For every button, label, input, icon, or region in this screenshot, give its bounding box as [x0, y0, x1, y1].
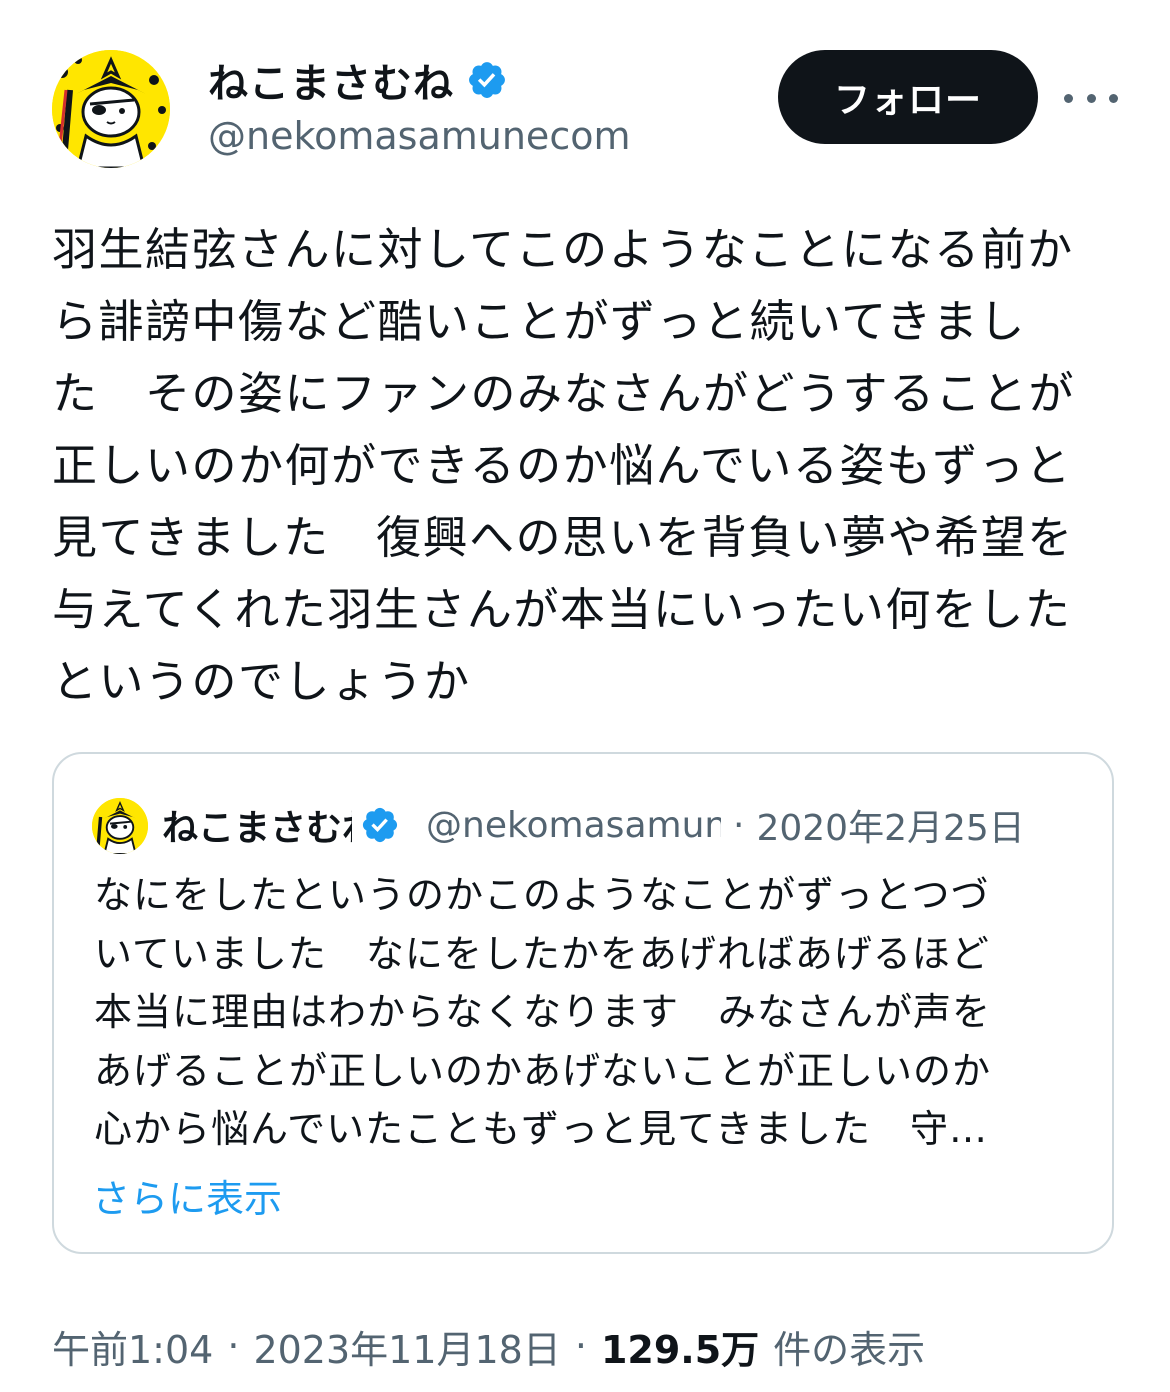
follow-button[interactable]: フォロー	[778, 50, 1038, 144]
quoted-text-line: 本当に理由はわからなくなります みなさんが声を	[94, 990, 992, 1034]
author-name-row[interactable]: ねこまさむね	[208, 52, 508, 108]
author-avatar[interactable]	[52, 50, 170, 168]
tweet-text-line: 羽生結弦さんに対してこのようなことになる前か	[52, 223, 1074, 276]
quoted-text-line: 心から悩んでいたこともずっと見てきました 守…	[94, 1107, 988, 1151]
tweet-text-line: 正しいのか何ができるのか悩んでいる姿もずっと	[52, 439, 1072, 492]
quoted-header: ねこまさむね @nekomasamunecom · 2020年2月25日	[162, 794, 1084, 856]
show-more-link[interactable]: さらに表示	[92, 1168, 282, 1223]
tweet-text-line: 与えてくれた羽生さんが本当にいったい何をした	[52, 583, 1072, 636]
tweet-time[interactable]: 午前1:04	[52, 1319, 213, 1374]
tweet-text-line: 見てきました 復興への思いを背負い夢や希望を	[52, 511, 1074, 564]
more-options-icon[interactable]	[1064, 78, 1118, 118]
quoted-text-line: なにをしたというのかこのようなことがずっとつづ	[94, 873, 990, 917]
meta-separator: ·	[227, 1324, 240, 1368]
quoted-date[interactable]: 2020年2月25日	[756, 799, 1024, 851]
author-display-name[interactable]: ねこまさむね	[208, 51, 454, 109]
tweet-meta: 午前1:04 · 2023年11月18日 · 129.5万 件の表示	[52, 1318, 925, 1374]
more-dot	[1109, 93, 1118, 103]
more-dot	[1086, 93, 1096, 103]
tweet-date[interactable]: 2023年11月18日	[253, 1319, 560, 1374]
quoted-handle[interactable]: @nekomasamunecom	[426, 805, 721, 846]
tweet-page: ねこまさむね @nekomasamunecom フォロー 羽生結弦さんに対してこ…	[0, 0, 1170, 1392]
author-handle[interactable]: @nekomasamunecom	[208, 114, 630, 158]
quoted-separator: ·	[733, 804, 745, 846]
cat-samurai-avatar-icon	[52, 50, 170, 168]
quoted-text-line: あげることが正しいのかあげないことが正しいのか	[94, 1048, 992, 1093]
views-count[interactable]: 129.5万	[601, 1319, 759, 1374]
meta-separator: ·	[574, 1324, 587, 1368]
quoted-display-name[interactable]: ねこまさむね	[162, 799, 352, 851]
views-label: 件の表示	[773, 1327, 926, 1372]
tweet-text-line: ら誹謗中傷など酷いことがずっと続いてきまし	[52, 295, 1026, 348]
verified-badge-icon	[362, 807, 398, 843]
tweet-text-line: というのでしょうか	[52, 655, 471, 708]
tweet-text-line: た その姿にファンのみなさんがどうすることが	[52, 367, 1076, 420]
quoted-text: なにをしたというのかこのようなことがずっとつづ いていました なにをしたかをあげ…	[94, 866, 1094, 1159]
tweet-text: 羽生結弦さんに対してこのようなことになる前か ら誹謗中傷など酷いことがずっと続い…	[52, 214, 1122, 718]
more-dot	[1064, 93, 1073, 103]
quoted-text-line: いていました なにをしたかをあげればあげるほど	[94, 931, 990, 976]
verified-badge-icon	[469, 62, 505, 98]
quoted-author-avatar[interactable]	[92, 798, 148, 854]
cat-samurai-avatar-icon	[92, 798, 148, 854]
